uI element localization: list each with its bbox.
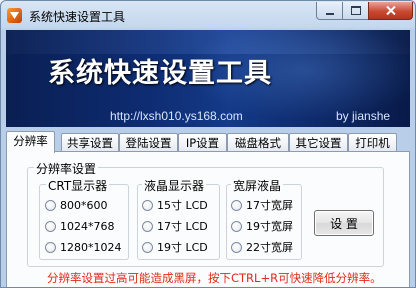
window-title: 系统快速设置工具 (29, 10, 126, 24)
minimize-icon (325, 12, 334, 15)
banner-author: by jianshe (336, 109, 391, 123)
radio-label: 19寸 LCD (157, 241, 208, 254)
radio-label: 1024*768 (60, 219, 115, 233)
app-window: 系统快速设置工具 系统快速设置工具 http://lxsh010.ys168.c… (0, 0, 416, 288)
radio-circle[interactable] (231, 220, 242, 232)
radio-label: 1280*1024 (60, 240, 122, 254)
radio-label: 15寸 LCD (157, 199, 208, 212)
radio-19-lcd[interactable]: 19寸 LCD (142, 240, 208, 254)
close-button[interactable] (368, 2, 413, 20)
resolution-group-title: 分辨率设置 (34, 160, 99, 177)
banner-url[interactable]: http://lxsh010.ys168.com (110, 109, 243, 123)
banner-title: 系统快速设置工具 (48, 58, 272, 89)
radio-label: 17寸宽屏 (246, 199, 293, 212)
lcd-group-title: 液晶显示器 (142, 177, 207, 194)
close-icon (385, 6, 396, 15)
radio-circle[interactable] (231, 241, 242, 253)
tab-disk-format[interactable]: 磁盘格式 (227, 133, 289, 152)
radio-label: 19寸宽屏 (246, 220, 293, 233)
app-icon[interactable] (7, 8, 22, 23)
radio-1280x1024[interactable]: 1280*1024 (45, 240, 122, 254)
tab-strip: 分辨率 共享设置 登陆设置 IP设置 磁盘格式 其它设置 打印机 (6, 131, 410, 153)
radio-1024x768[interactable]: 1024*768 (45, 219, 115, 233)
radio-circle[interactable] (45, 241, 56, 253)
resolution-panel: 分辨率设置 CRT显示器 800*600 1024*768 1280*1024 … (6, 151, 410, 287)
radio-circle[interactable] (231, 199, 242, 211)
radio-800x600[interactable]: 800*600 (45, 198, 108, 212)
radio-17-lcd[interactable]: 17寸 LCD (142, 219, 208, 233)
tab-printer[interactable]: 打印机 (348, 133, 397, 152)
radio-label: 17寸 LCD (157, 220, 208, 233)
radio-circle[interactable] (142, 241, 153, 253)
minimize-button[interactable] (316, 2, 343, 20)
radio-22-wide[interactable]: 22寸宽屏 (231, 240, 293, 254)
tab-resolution[interactable]: 分辨率 (6, 131, 55, 153)
radio-circle[interactable] (45, 220, 56, 232)
radio-circle[interactable] (142, 199, 153, 211)
crt-group-title: CRT显示器 (46, 177, 110, 194)
radio-17-wide[interactable]: 17寸宽屏 (231, 198, 293, 212)
tab-ip[interactable]: IP设置 (178, 133, 227, 152)
apply-resolution-button[interactable]: 设 置 (314, 210, 374, 236)
title-bar[interactable]: 系统快速设置工具 (1, 1, 415, 30)
radio-circle[interactable] (142, 220, 153, 232)
resolution-warning: 分辨率设置过高可能造成黑屏，按下CTRL+R可快速降低分辨率。 (47, 271, 382, 285)
maximize-button[interactable] (342, 2, 369, 20)
tab-login[interactable]: 登陆设置 (119, 133, 178, 152)
header-banner: 系统快速设置工具 http://lxsh010.ys168.com by jia… (6, 30, 410, 127)
widescreen-group-title: 宽屏液晶 (231, 177, 284, 194)
radio-19-wide[interactable]: 19寸宽屏 (231, 219, 293, 233)
radio-circle[interactable] (45, 199, 56, 211)
radio-label: 22寸宽屏 (246, 241, 293, 254)
radio-label: 800*600 (60, 198, 108, 212)
maximize-icon (350, 6, 361, 15)
tab-other[interactable]: 其它设置 (289, 133, 348, 152)
radio-15-lcd[interactable]: 15寸 LCD (142, 198, 208, 212)
tab-sharing[interactable]: 共享设置 (61, 133, 119, 152)
